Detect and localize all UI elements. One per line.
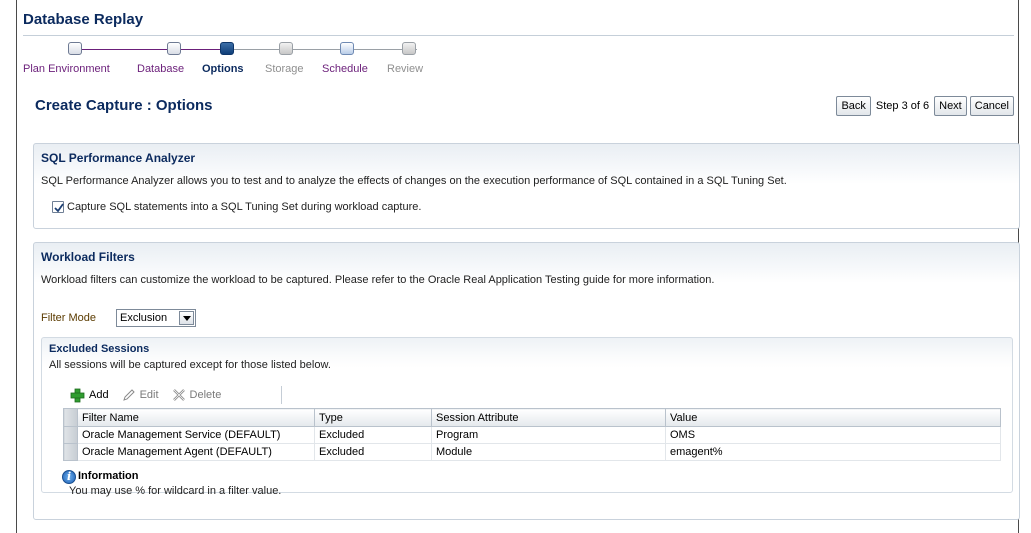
- train-stop-schedule[interactable]: [340, 42, 354, 55]
- step-indicator: Step 3 of 6: [875, 100, 930, 112]
- excluded-sessions-table: Filter Name Type Session Attribute Value…: [63, 408, 1001, 461]
- next-button[interactable]: Next: [934, 96, 967, 116]
- train-stop-storage: [279, 42, 293, 55]
- filter-mode-value: Exclusion: [120, 312, 168, 324]
- excluded-sessions-title: Excluded Sessions: [49, 343, 150, 355]
- row-selector[interactable]: [63, 426, 78, 444]
- column-header-session-attribute[interactable]: Session Attribute: [431, 408, 666, 427]
- cell-filter-name: Oracle Management Agent (DEFAULT): [77, 443, 315, 461]
- edit-label: Edit: [139, 389, 159, 401]
- app-title: Database Replay: [23, 11, 144, 28]
- wizard-train: Plan Environment Database Options Storag…: [17, 40, 467, 80]
- train-label-schedule[interactable]: Schedule: [322, 63, 368, 75]
- spa-section: SQL Performance Analyzer SQL Performance…: [33, 143, 1020, 229]
- train-label-review: Review: [387, 63, 424, 75]
- cell-value: emagent%: [665, 443, 1001, 461]
- filter-mode-select[interactable]: Exclusion: [116, 309, 196, 327]
- workload-filters-section: Workload Filters Workload filters can cu…: [33, 242, 1020, 520]
- table-header-row: Filter Name Type Session Attribute Value: [63, 408, 1001, 427]
- plus-icon: [70, 388, 85, 402]
- information-title: Information: [78, 470, 139, 482]
- wizard-navigation: Back Step 3 of 6 Next Cancel: [836, 96, 1014, 116]
- excluded-sessions-section: Excluded Sessions All sessions will be c…: [41, 337, 1013, 497]
- information-text: You may use % for wildcard in a filter v…: [69, 485, 282, 497]
- cell-type: Excluded: [314, 426, 432, 444]
- title-divider: [23, 35, 1014, 36]
- train-stop-database[interactable]: [167, 42, 181, 55]
- workload-filters-title: Workload Filters: [41, 250, 135, 264]
- column-header-filter-name[interactable]: Filter Name: [77, 408, 315, 427]
- cell-session-attribute: Module: [431, 443, 666, 461]
- column-header-value[interactable]: Value: [665, 408, 1001, 427]
- train-label-database[interactable]: Database: [137, 63, 184, 75]
- chevron-down-icon[interactable]: [179, 311, 194, 325]
- add-button[interactable]: Add: [70, 388, 109, 403]
- row-header-corner: [63, 408, 78, 427]
- cell-value: OMS: [665, 426, 1001, 444]
- table-row[interactable]: Oracle Management Agent (DEFAULT) Exclud…: [63, 443, 1001, 461]
- info-icon: i: [62, 470, 76, 484]
- workload-filters-description: Workload filters can customize the workl…: [41, 274, 715, 286]
- train-stop-review: [402, 42, 416, 55]
- capture-sql-label[interactable]: Capture SQL statements into a SQL Tuning…: [67, 201, 421, 213]
- back-button[interactable]: Back: [836, 96, 871, 116]
- row-selector[interactable]: [63, 443, 78, 461]
- spa-description: SQL Performance Analyzer allows you to t…: [41, 175, 787, 187]
- delete-label: Delete: [189, 389, 222, 401]
- checkmark-icon: [54, 203, 64, 213]
- cancel-button[interactable]: Cancel: [969, 96, 1014, 116]
- capture-sql-checkbox[interactable]: [52, 201, 64, 213]
- main-frame: Database Replay Plan Environment Databas…: [16, 0, 1020, 533]
- delete-button[interactable]: Delete: [172, 388, 222, 402]
- table-row[interactable]: Oracle Management Service (DEFAULT) Excl…: [63, 426, 1001, 444]
- cell-session-attribute: Program: [431, 426, 666, 444]
- filter-mode-label: Filter Mode: [41, 312, 97, 324]
- train-label-plan-environment[interactable]: Plan Environment: [23, 63, 110, 75]
- delete-x-icon: [172, 389, 185, 401]
- train-stop-plan-environment[interactable]: [68, 42, 82, 55]
- page-title: Create Capture : Options: [35, 97, 213, 114]
- train-line-future: [225, 49, 417, 50]
- edit-button[interactable]: Edit: [122, 388, 159, 402]
- train-line-done: [75, 49, 225, 50]
- toolbar-separator: [281, 386, 282, 404]
- train-stop-options: [220, 42, 234, 55]
- cell-type: Excluded: [314, 443, 432, 461]
- excluded-sessions-description: All sessions will be captured except for…: [49, 359, 331, 371]
- table-toolbar: Add Edit Delete: [70, 384, 221, 406]
- train-label-storage: Storage: [265, 63, 304, 75]
- spa-title: SQL Performance Analyzer: [41, 151, 196, 165]
- pencil-icon: [122, 389, 135, 401]
- add-label: Add: [89, 389, 109, 401]
- train-label-options: Options: [202, 63, 244, 75]
- cell-filter-name: Oracle Management Service (DEFAULT): [77, 426, 315, 444]
- column-header-type[interactable]: Type: [314, 408, 432, 427]
